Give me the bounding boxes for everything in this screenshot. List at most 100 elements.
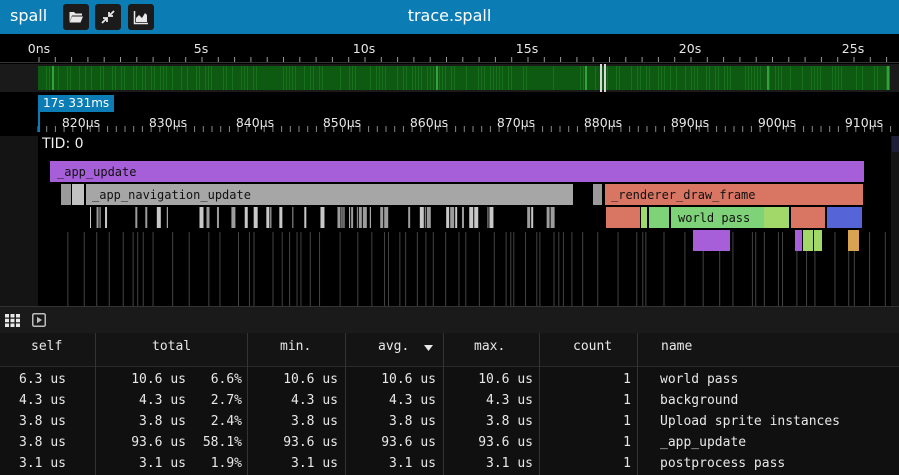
- column-header-max[interactable]: max.: [444, 333, 540, 367]
- cell-total-pct: 2.4%: [210, 414, 242, 429]
- minimap-sample: [817, 66, 818, 90]
- slice-small: [61, 184, 71, 205]
- slice-render-child: [764, 207, 789, 228]
- overview-minimap[interactable]: [0, 64, 899, 92]
- slice-nav-child: [135, 207, 138, 228]
- table-row[interactable]: 4.3 us 4.3 us 2.7% 4.3 us 4.3 us 4.3 us …: [0, 390, 899, 411]
- slice-nav-child: [380, 207, 384, 228]
- minimap-sample: [694, 66, 695, 90]
- minimap-sample: [154, 66, 155, 90]
- minimap-sample: [616, 66, 617, 90]
- slice-nav-child: [369, 207, 371, 228]
- cell-total: 4.3 us: [139, 393, 186, 408]
- cell-min: 3.8 us: [291, 414, 338, 429]
- minimap-sample: [385, 66, 386, 90]
- minimap-sample: [115, 66, 116, 90]
- minimap-sample: [508, 66, 509, 90]
- minimap-sample: [211, 66, 212, 90]
- minimap-sample: [691, 66, 692, 90]
- slice-nav-child: [419, 207, 424, 228]
- slice-nav-child: [292, 207, 294, 228]
- slice-nav-child: [531, 207, 534, 228]
- slice-nav-child: [489, 207, 494, 228]
- slice-nav-child: [206, 207, 210, 228]
- minimap-sample: [187, 66, 188, 90]
- stats-grid-button[interactable]: [4, 312, 20, 328]
- column-header-name[interactable]: name: [638, 333, 899, 367]
- minimap-sample: [832, 66, 833, 90]
- cell-self: 3.8 us: [19, 435, 66, 450]
- slice-nav-child: [424, 207, 426, 228]
- minimap-sample: [319, 66, 320, 90]
- minimap-sample: [748, 66, 749, 90]
- cell-min: 4.3 us: [291, 393, 338, 408]
- minimap-sample: [889, 66, 890, 90]
- minimap-sample: [874, 66, 875, 90]
- minimap-view-marker: [600, 64, 602, 92]
- minimap-sample: [526, 66, 527, 90]
- table-row[interactable]: 3.8 us 93.6 us 58.1% 93.6 us 93.6 us 93.…: [0, 432, 899, 453]
- minimap-sample: [313, 66, 314, 90]
- column-header-self[interactable]: self: [0, 333, 96, 367]
- column-header-min[interactable]: min.: [248, 333, 346, 367]
- minimap-sample: [244, 66, 245, 90]
- minimap-sample: [751, 66, 752, 90]
- cell-count: 1: [623, 393, 631, 408]
- slice-nav-child: [216, 207, 219, 228]
- cell-total: 93.6 us: [131, 435, 186, 450]
- minimap-sample: [292, 66, 293, 90]
- minimap-sample: [877, 66, 878, 90]
- column-header-total[interactable]: total: [96, 333, 248, 367]
- minimap-sample: [670, 66, 671, 90]
- out-of-range-left: [0, 136, 38, 306]
- cell-min: 93.6 us: [283, 435, 338, 450]
- cell-name: postprocess pass: [660, 456, 786, 471]
- minimap-sample: [133, 66, 134, 90]
- minimap-sample: [382, 66, 383, 90]
- cell-min: 3.1 us: [291, 456, 338, 471]
- minimap-sample: [886, 66, 887, 90]
- cell-self: 3.1 us: [19, 456, 66, 471]
- column-header-avg[interactable]: avg.: [346, 333, 444, 367]
- cell-max: 93.6 us: [478, 435, 533, 450]
- cell-self: 3.8 us: [19, 414, 66, 429]
- minimap-sample: [745, 66, 746, 90]
- minimap-sample: [724, 66, 725, 90]
- overview-tick-label: 25s: [841, 41, 865, 56]
- minimap-sample: [646, 66, 647, 90]
- minimap-sample: [163, 66, 164, 90]
- minimap-sample: [727, 66, 728, 90]
- slice-nav-child: [105, 207, 108, 228]
- slice-nav-child: [450, 207, 455, 228]
- timeline-tick-label: 820µs: [61, 115, 101, 130]
- minimap-sample: [295, 66, 296, 90]
- minimap-sample: [112, 66, 113, 90]
- minimap-sample: [223, 66, 224, 90]
- slice-nav-child: [304, 207, 307, 228]
- flame-graph-panel[interactable]: _app_update _app_navigation_update _render…: [0, 92, 899, 306]
- column-header-count[interactable]: count: [540, 333, 638, 367]
- table-row[interactable]: 3.8 us 3.8 us 2.4% 3.8 us 3.8 us 3.8 us …: [0, 411, 899, 432]
- table-row[interactable]: 6.3 us 10.6 us 6.6% 10.6 us 10.6 us 10.6…: [0, 369, 899, 390]
- slice-nav-child: [426, 207, 431, 228]
- minimap-sample: [379, 66, 380, 90]
- minimap-sample: [553, 66, 554, 90]
- minimap-sample: [256, 66, 257, 90]
- minimap-sample: [451, 66, 452, 90]
- minimap-sample: [523, 66, 524, 90]
- minimap-sample: [430, 66, 431, 90]
- timeline-tick-label: 900µs: [757, 115, 797, 130]
- slice-label-world-pass: world pass: [678, 211, 750, 225]
- cell-avg: 4.3 us: [389, 393, 436, 408]
- minimap-sample: [67, 66, 68, 90]
- play-panel-button[interactable]: [31, 312, 47, 328]
- cell-max: 3.8 us: [486, 414, 533, 429]
- cell-avg: 3.8 us: [389, 414, 436, 429]
- slice-nav-child: [461, 207, 464, 228]
- minimap-sample: [121, 66, 122, 90]
- minimap-sample: [208, 66, 209, 90]
- overview-timeline[interactable]: 0ns 5s 10s 15s 20s 25s: [0, 34, 899, 92]
- table-row[interactable]: 3.1 us 3.1 us 1.9% 3.1 us 3.1 us 3.1 us …: [0, 453, 899, 474]
- timeline-tick-label: 890µs: [670, 115, 710, 130]
- slice-nav-child: [358, 207, 362, 228]
